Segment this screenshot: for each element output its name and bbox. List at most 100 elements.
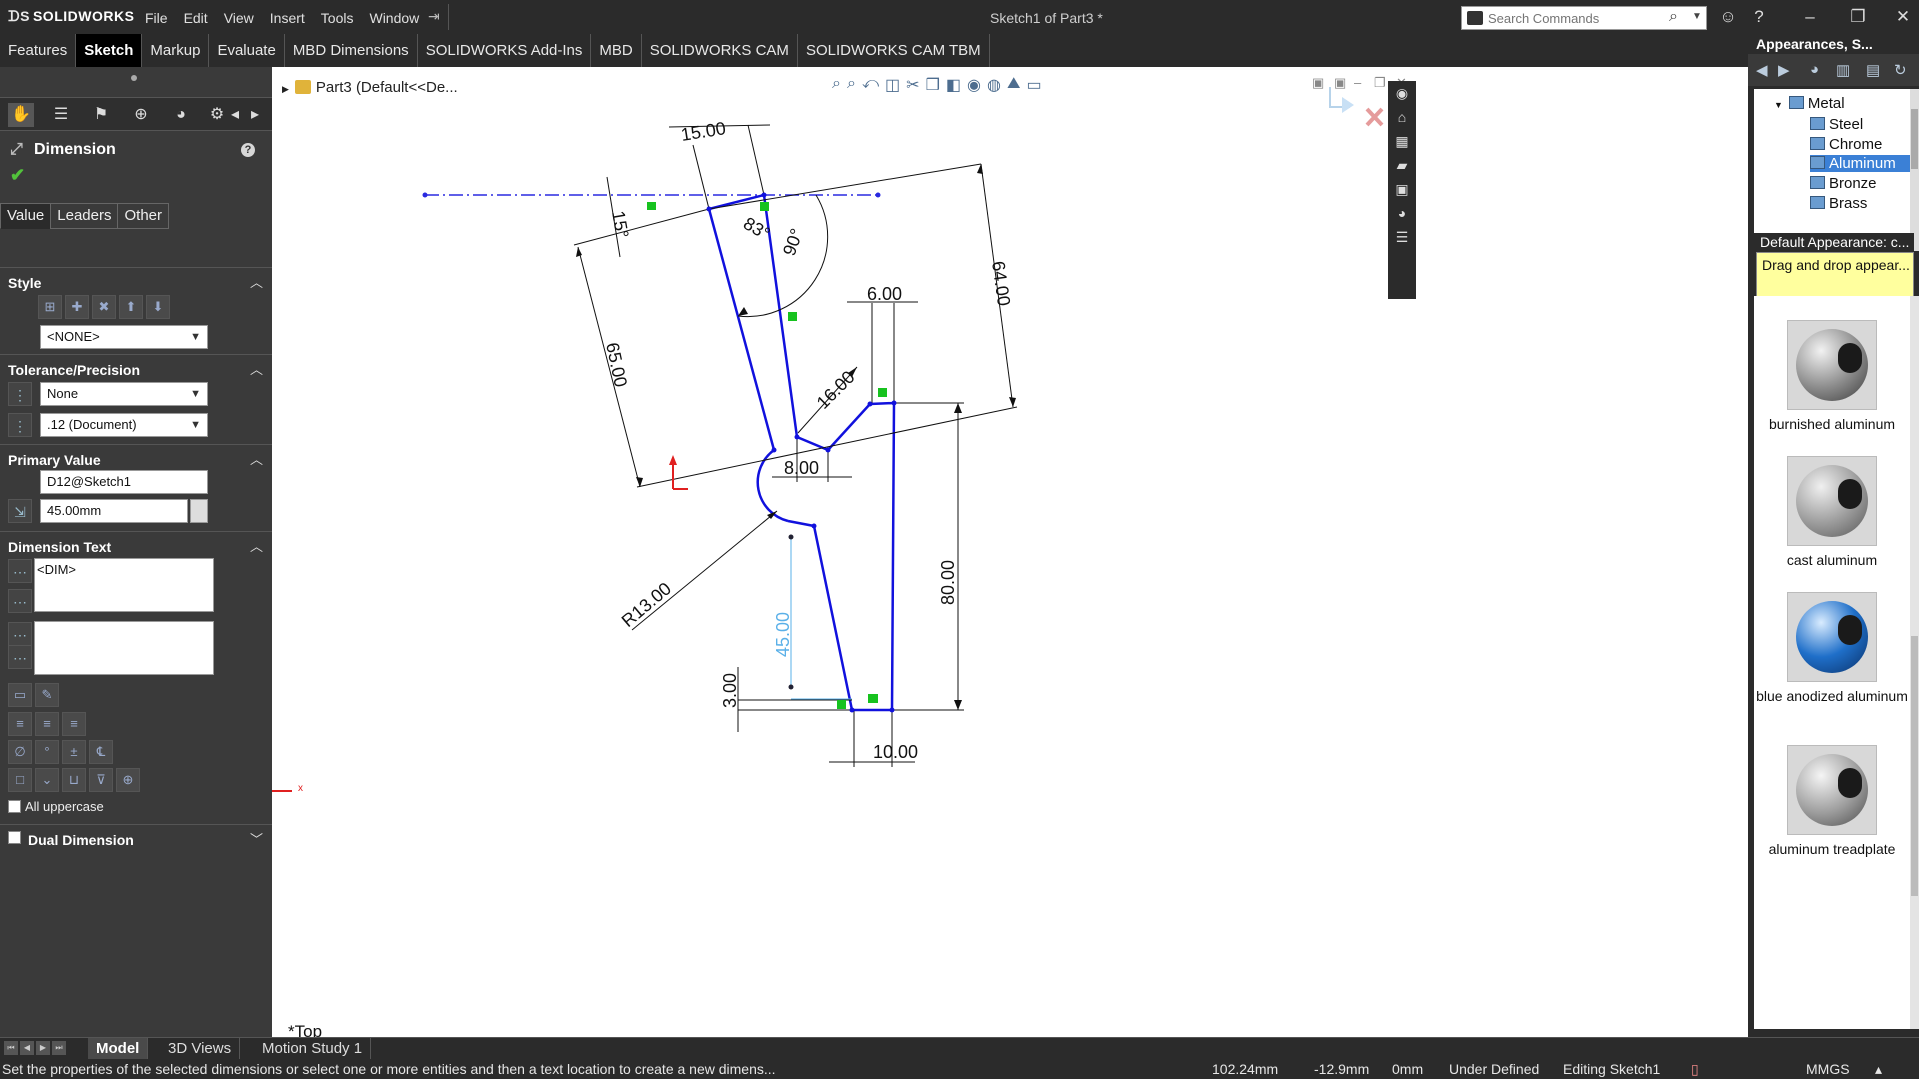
align-right-icon[interactable]: ≡ bbox=[62, 712, 86, 736]
ok-check-icon[interactable]: ✔ bbox=[10, 165, 25, 186]
prev-tab-icon[interactable]: ◀ bbox=[20, 1041, 34, 1055]
tab-model[interactable]: Model bbox=[88, 1038, 149, 1060]
dimension-value-field[interactable]: 45.00mm bbox=[40, 499, 188, 523]
dim-10[interactable]: 10.00 bbox=[873, 742, 918, 762]
view-palette-icon[interactable]: ▣ bbox=[1392, 179, 1412, 199]
more-symbols-icon[interactable]: ⊕ bbox=[116, 768, 140, 792]
angle-90[interactable]: 90° bbox=[779, 226, 807, 258]
text-frame-icon[interactable]: ▭ bbox=[8, 683, 32, 707]
menu-view[interactable]: View bbox=[224, 10, 254, 26]
tab-mbd[interactable]: MBD bbox=[591, 34, 642, 67]
restore-icon[interactable]: ❐ bbox=[1848, 7, 1868, 27]
help-icon[interactable]: ? bbox=[241, 143, 255, 157]
search-icon[interactable]: ⌕ bbox=[1669, 8, 1678, 26]
add-style-icon[interactable]: ✚ bbox=[65, 295, 89, 319]
dim-r13[interactable]: R13.00 bbox=[618, 578, 675, 631]
minimize-icon[interactable]: – bbox=[1800, 7, 1820, 27]
tab-addins[interactable]: SOLIDWORKS Add-Ins bbox=[418, 34, 592, 67]
text-add-icon[interactable]: ⋯ bbox=[8, 589, 32, 613]
panel-grip[interactable] bbox=[131, 75, 137, 81]
first-tab-icon[interactable]: ⏮ bbox=[4, 1041, 18, 1055]
value-spin-button[interactable] bbox=[190, 499, 208, 523]
dim-8[interactable]: 8.00 bbox=[784, 458, 819, 478]
feature-manager-icon[interactable]: ✋ bbox=[8, 103, 34, 127]
depth-icon[interactable]: ⊽ bbox=[89, 768, 113, 792]
menu-tools[interactable]: Tools bbox=[321, 10, 354, 26]
appearances-folder-icon[interactable]: ◕ bbox=[1810, 61, 1819, 78]
last-tab-icon[interactable]: ⏭ bbox=[52, 1041, 66, 1055]
delete-style-icon[interactable]: ✖ bbox=[92, 295, 116, 319]
tree-chrome[interactable]: Chrome bbox=[1810, 136, 1882, 153]
dimension-text-section[interactable]: Dimension Text ︿ bbox=[0, 531, 272, 557]
dual-dimension-checkbox[interactable] bbox=[8, 830, 25, 845]
dim-3[interactable]: 3.00 bbox=[720, 673, 740, 708]
refresh-icon[interactable]: ↻ bbox=[1894, 61, 1907, 79]
chevron-up-icon[interactable]: ︿ bbox=[250, 272, 263, 291]
chevron-up-icon[interactable]: ︿ bbox=[250, 359, 263, 378]
countersink-icon[interactable]: ⌄ bbox=[35, 768, 59, 792]
menu-window[interactable]: Window bbox=[369, 10, 419, 26]
add-folder-icon[interactable]: ▥ bbox=[1836, 61, 1850, 79]
solidworks-resources-icon[interactable]: ◉ bbox=[1392, 83, 1412, 103]
square-icon[interactable]: □ bbox=[8, 768, 32, 792]
dimension-name-field[interactable]: D12@Sketch1 bbox=[40, 470, 208, 494]
tolerance-type-select[interactable]: None ▼ bbox=[40, 382, 208, 406]
dual-dimension-section[interactable]: Dual Dimension ﹀ bbox=[0, 824, 272, 850]
close-icon[interactable]: ✕ bbox=[1893, 7, 1913, 27]
align-left-icon[interactable]: ≡ bbox=[8, 712, 32, 736]
chevron-up-icon[interactable]: ︿ bbox=[250, 536, 263, 555]
tab-motion-study[interactable]: Motion Study 1 bbox=[254, 1038, 372, 1060]
gallery-scrollbar[interactable] bbox=[1910, 296, 1919, 1029]
tab-3d-views[interactable]: 3D Views bbox=[160, 1038, 241, 1060]
tab-evaluate[interactable]: Evaluate bbox=[209, 34, 285, 67]
plus-minus-icon[interactable]: ± bbox=[62, 740, 86, 764]
dimension-text-bottom[interactable] bbox=[34, 621, 214, 675]
text-edit-icon[interactable]: ✎ bbox=[35, 683, 59, 707]
graphics-area[interactable]: ▶ Part3 (Default<<De... ⌕ ⌕ ⤺ ◫ ✂ ❒ ◧ ◉ ◍… bbox=[272, 67, 1748, 1041]
tab-cam-tbm[interactable]: SOLIDWORKS CAM TBM bbox=[798, 34, 990, 67]
dim-64[interactable]: 64.00 bbox=[988, 260, 1014, 307]
centerline-icon[interactable]: ℄ bbox=[89, 740, 113, 764]
tab-other[interactable]: Other bbox=[117, 203, 169, 229]
help-icon[interactable]: ? bbox=[1749, 7, 1769, 27]
style-select[interactable]: <NONE> ▼ bbox=[40, 325, 208, 349]
forward-icon[interactable]: ▶ bbox=[1778, 61, 1790, 79]
counterbore-icon[interactable]: ⊔ bbox=[62, 768, 86, 792]
back-icon[interactable]: ◀ bbox=[1756, 61, 1768, 79]
menu-edit[interactable]: Edit bbox=[184, 10, 208, 26]
tree-metal[interactable]: ▼ Metal bbox=[1774, 95, 1845, 112]
configuration-manager-icon[interactable]: ⚑ bbox=[88, 103, 114, 127]
tree-bronze[interactable]: Bronze bbox=[1810, 175, 1877, 192]
confirmation-corner[interactable] bbox=[1329, 87, 1384, 127]
design-library-icon[interactable]: ▦ bbox=[1392, 131, 1412, 151]
custom-properties-icon[interactable]: ☰ bbox=[1392, 227, 1412, 247]
dim-15[interactable]: 15.00 bbox=[679, 118, 727, 145]
apply-default-style-icon[interactable]: ⊞ bbox=[38, 295, 62, 319]
text-above-icon[interactable]: ⋯ bbox=[8, 559, 32, 583]
sketch-origin[interactable] bbox=[669, 455, 688, 490]
chevron-up-icon[interactable]: ︿ bbox=[250, 449, 263, 468]
rebuild-icon[interactable]: ▯ bbox=[1691, 1061, 1699, 1078]
tree-brass[interactable]: Brass bbox=[1810, 195, 1867, 212]
precision-select[interactable]: .12 (Document) ▼ bbox=[40, 413, 208, 437]
pin-menu-icon[interactable]: ⇥ bbox=[428, 8, 440, 25]
chevron-up-icon[interactable]: ▴ bbox=[1875, 1061, 1882, 1078]
align-center-icon[interactable]: ≡ bbox=[35, 712, 59, 736]
tab-markup[interactable]: Markup bbox=[142, 34, 210, 67]
tree-aluminum[interactable]: Aluminum bbox=[1810, 155, 1910, 172]
menu-insert[interactable]: Insert bbox=[270, 10, 305, 26]
primary-value-section[interactable]: Primary Value ︿ bbox=[0, 444, 272, 470]
load-style-icon[interactable]: ⬇ bbox=[146, 295, 170, 319]
search-commands[interactable]: ⌕ ▼ bbox=[1461, 6, 1707, 30]
text-below-icon[interactable]: ⋯ bbox=[8, 622, 32, 646]
dim-65[interactable]: 65.00 bbox=[602, 341, 631, 389]
appearance-burnished-aluminum[interactable]: burnished aluminum bbox=[1754, 320, 1910, 432]
tab-leaders[interactable]: Leaders bbox=[50, 203, 119, 229]
tree-scrollbar[interactable] bbox=[1910, 89, 1919, 251]
chevron-down-icon[interactable]: ▼ bbox=[1692, 11, 1702, 22]
chevron-down-icon[interactable]: ﹀ bbox=[250, 829, 263, 848]
appearance-blue-anodized-aluminum[interactable]: blue anodized aluminum bbox=[1754, 592, 1910, 704]
appearance-cast-aluminum[interactable]: cast aluminum bbox=[1754, 456, 1910, 568]
tolerance-section[interactable]: Tolerance/Precision ︿ bbox=[0, 354, 272, 380]
display-manager-icon[interactable]: ◕ bbox=[168, 103, 194, 127]
